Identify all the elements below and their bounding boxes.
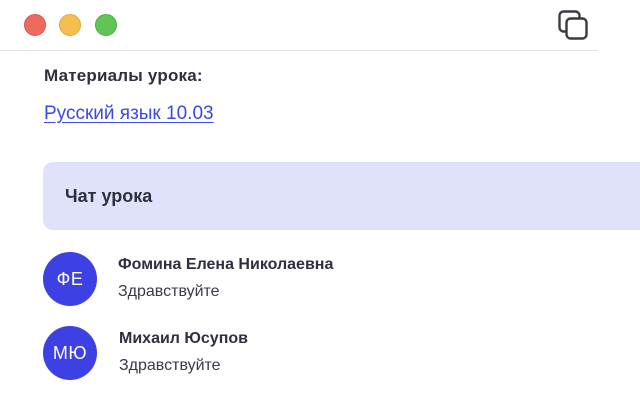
chat-message: МЮ Михаил Юсупов Здравствуйте: [43, 326, 603, 382]
chat-header: Чат урока: [43, 162, 640, 230]
chat-message: ФЕ Фомина Елена Николаевна Здравствуйте: [43, 252, 603, 308]
message-text: Здравствуйте: [119, 357, 221, 374]
materials-title: Материалы урока:: [44, 66, 203, 85]
close-window-button[interactable]: [24, 14, 46, 36]
message-text: Здравствуйте: [118, 283, 220, 300]
chat-title: Чат урока: [65, 186, 153, 206]
maximize-window-button[interactable]: [95, 14, 117, 36]
message-sender: Фомина Елена Николаевна: [118, 256, 334, 273]
minimize-window-button[interactable]: [59, 14, 81, 36]
message-sender: Михаил Юсупов: [119, 330, 248, 347]
lesson-material-link[interactable]: Русский язык 10.03: [44, 103, 214, 125]
avatar: ФЕ: [43, 252, 97, 306]
copy-icon[interactable]: [556, 8, 592, 44]
window-titlebar: [0, 0, 598, 51]
avatar: МЮ: [43, 326, 97, 380]
